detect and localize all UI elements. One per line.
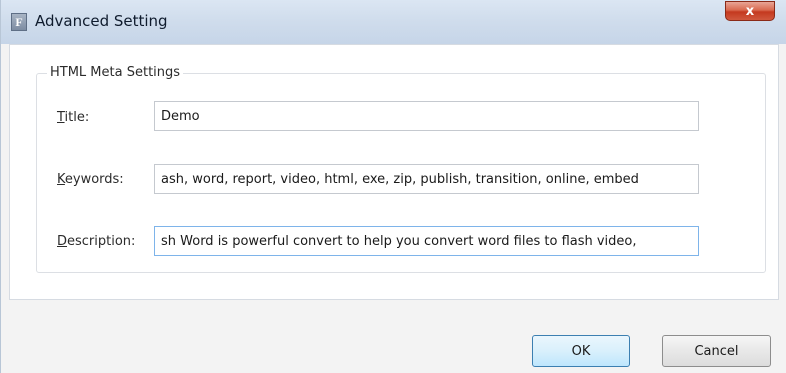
title-label-accelerator: T — [57, 110, 65, 125]
title-field[interactable]: Demo — [154, 101, 699, 131]
cancel-button[interactable]: Cancel — [662, 335, 771, 367]
title-bar[interactable]: F Advanced Setting x — [1, 0, 786, 44]
advanced-setting-dialog: F Advanced Setting x HTML Meta Settings … — [0, 0, 786, 373]
description-label-text: escription: — [67, 234, 136, 249]
keywords-label-accelerator: K — [57, 172, 65, 187]
close-button[interactable]: x — [725, 1, 775, 21]
group-label: HTML Meta Settings — [47, 65, 184, 80]
keywords-label: Keywords: — [57, 172, 124, 187]
ok-button[interactable]: OK — [532, 335, 630, 367]
title-label: Title: — [57, 110, 89, 125]
close-icon: x — [745, 3, 755, 19]
description-label-accelerator: D — [57, 234, 68, 249]
keywords-label-text: eywords: — [64, 172, 124, 187]
description-label: Description: — [57, 234, 135, 249]
window-title: Advanced Setting — [35, 12, 168, 30]
dialog-content: HTML Meta Settings Title: Demo Keywords:… — [9, 44, 779, 300]
html-meta-settings-group: HTML Meta Settings Title: Demo Keywords:… — [36, 65, 766, 273]
app-icon: F — [11, 13, 27, 31]
description-field[interactable]: sh Word is powerful convert to help you … — [154, 226, 699, 256]
title-label-text: itle: — [64, 110, 90, 125]
keywords-field[interactable]: ash, word, report, video, html, exe, zip… — [154, 164, 699, 194]
